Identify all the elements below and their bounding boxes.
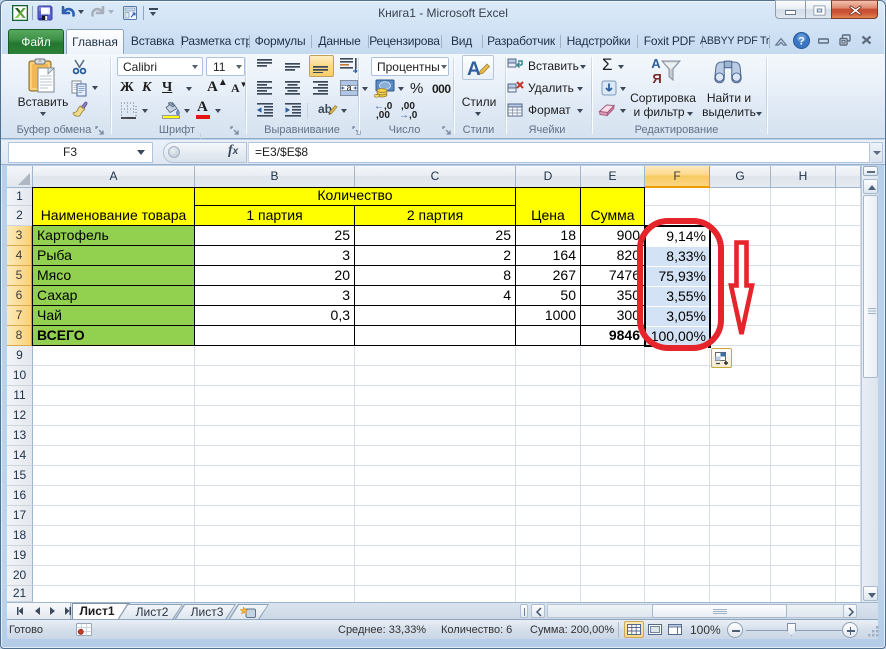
svg-text:a: a [346, 83, 351, 93]
svg-text:A: A [467, 59, 481, 80]
svg-text:?: ? [798, 36, 805, 48]
svg-text:А: А [651, 56, 661, 71]
svg-text:Я: Я [652, 71, 661, 86]
